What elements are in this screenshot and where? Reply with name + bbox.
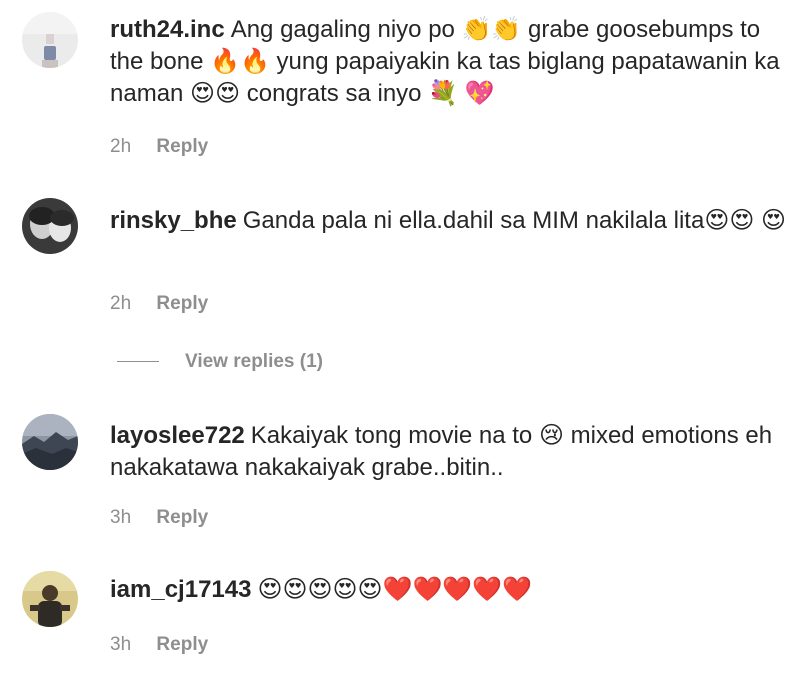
comment-body: layoslee722 Kakaiyak tong movie na to 😢 m…	[110, 420, 790, 484]
comment-meta: 3h Reply	[110, 633, 208, 657]
comment-meta: 2h Reply	[110, 135, 208, 159]
divider-line	[117, 361, 159, 363]
comment-timestamp: 3h	[110, 634, 132, 655]
comment-timestamp: 2h	[110, 293, 132, 314]
reply-button[interactable]: Reply	[156, 634, 208, 655]
comment-username[interactable]: layoslee722	[110, 422, 245, 449]
comment-timestamp: 3h	[110, 507, 132, 528]
comment-body: rinsky_bhe Ganda pala ni ella.dahil sa MI…	[110, 205, 790, 237]
comment-meta: 2h Reply	[110, 292, 208, 316]
view-replies-label: View replies (1)	[185, 351, 323, 372]
comment-text: 😍😍😍😍😍❤️❤️❤️❤️❤️	[257, 576, 532, 603]
comment-username[interactable]: rinsky_bhe	[110, 207, 237, 234]
reply-button[interactable]: Reply	[156, 507, 208, 528]
reply-button[interactable]: Reply	[156, 293, 208, 314]
avatar[interactable]	[22, 414, 78, 470]
comment-body: ruth24.inc Ang gagaling niyo po 👏👏 grabe …	[110, 14, 790, 110]
comment-username[interactable]: iam_cj17143	[110, 576, 251, 603]
comment-meta: 3h Reply	[110, 506, 208, 530]
comment-timestamp: 2h	[110, 136, 132, 157]
reply-button[interactable]: Reply	[156, 136, 208, 157]
comment-username[interactable]: ruth24.inc	[110, 16, 225, 43]
comment-body: iam_cj17143 😍😍😍😍😍❤️❤️❤️❤️❤️	[110, 574, 790, 606]
view-replies-button[interactable]: View replies (1)	[117, 350, 323, 374]
comment-text: Ganda pala ni ella.dahil sa MIM nakilala…	[242, 207, 787, 234]
avatar[interactable]	[22, 198, 78, 254]
avatar[interactable]	[22, 12, 78, 68]
avatar[interactable]	[22, 571, 78, 627]
